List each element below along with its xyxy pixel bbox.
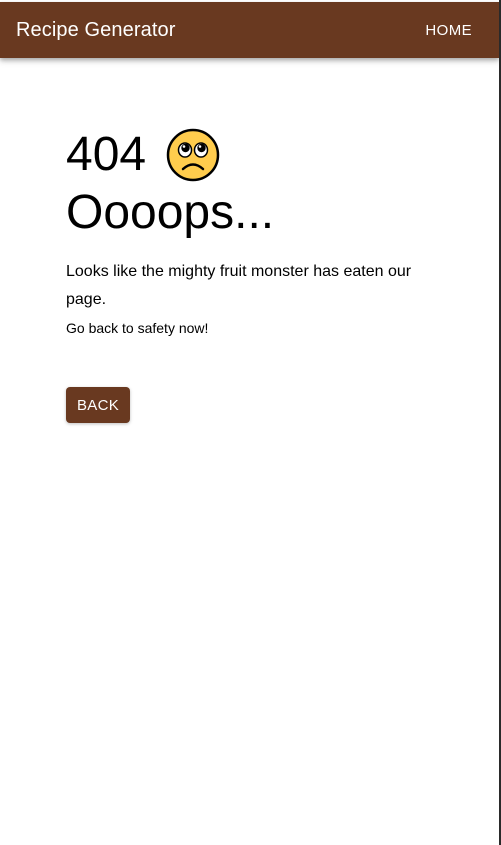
app-title[interactable]: Recipe Generator <box>16 19 175 42</box>
app-bar: Recipe Generator HOME <box>0 2 499 58</box>
page: Recipe Generator HOME 404 Oooops... Look… <box>0 0 501 845</box>
worried-face-icon <box>166 128 220 182</box>
error-content: 404 Oooops... Looks like the mighty frui… <box>66 126 446 338</box>
error-headline: Oooops... <box>66 186 275 239</box>
error-code: 404 <box>66 128 147 181</box>
home-nav-link[interactable]: HOME <box>425 22 472 39</box>
back-button[interactable]: BACK <box>66 387 130 423</box>
error-message: Looks like the mighty fruit monster has … <box>66 263 412 308</box>
error-code-row: 404 <box>66 126 446 184</box>
error-subtext: Go back to safety now! <box>66 320 209 336</box>
